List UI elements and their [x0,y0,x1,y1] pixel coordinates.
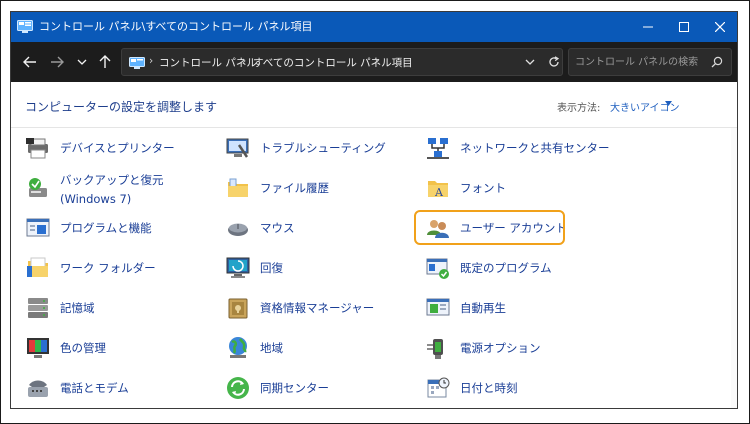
item-label: マウス [260,221,295,235]
item-label: 色の管理 [60,341,106,355]
maximize-icon [679,22,689,32]
item-label: フォント [460,181,506,195]
title-bar[interactable]: コントロール パネル\すべてのコントロール パネル項目 [11,12,737,42]
breadcrumb-separator: › [149,55,154,67]
up-button[interactable] [94,52,116,72]
search-input[interactable] [575,54,703,70]
arrow-right-icon [51,56,64,68]
chevron-down-icon [77,59,87,65]
maximize-button[interactable] [666,12,702,42]
item-label: バックアップと復元 (Windows 7) [60,173,164,206]
item-network-sharing[interactable]: ネットワークと共有センター [425,131,625,165]
mouse-icon [228,223,248,236]
network-icon [427,138,449,159]
control-panel-icon [17,20,33,33]
item-label: トラブルシューティング [260,141,386,155]
arrow-up-icon [99,55,111,68]
refresh-icon[interactable] [548,56,560,68]
item-label: ワーク フォルダー [60,261,156,275]
item-storage-spaces[interactable]: 記憶域 [25,291,205,325]
storage-spaces-icon [28,298,48,318]
item-label: ネットワークと共有センター [460,141,610,155]
printer-icon [26,138,48,159]
phone-modem-icon [28,380,48,397]
item-label: 既定のプログラム [460,261,552,275]
caret-down-icon[interactable] [665,101,672,106]
item-programs-features[interactable]: プログラムと機能 [25,211,205,245]
item-file-history[interactable]: ファイル履歴 [225,171,405,205]
item-date-time[interactable]: 日付と時刻 [425,371,605,405]
item-autoplay[interactable]: 自動再生 [425,291,605,325]
credential-manager-icon [228,298,248,319]
chevron-down-icon[interactable] [525,59,535,66]
item-phone-modem[interactable]: 電話とモデム [25,371,205,405]
item-label: 記憶域 [60,301,95,315]
navigation-bar: › コントロール パネル › すべてのコントロール パネル項目 › [11,42,737,82]
item-label: 回復 [260,261,283,275]
minimize-button[interactable] [630,12,666,42]
highlight-frame [414,210,565,245]
programs-features-icon [26,218,50,237]
vertical-scrollbar[interactable] [731,128,737,408]
breadcrumb-all-items[interactable]: すべてのコントロール パネル項目 [253,55,413,70]
close-button[interactable] [702,12,737,42]
minimize-icon [643,26,653,28]
item-label: 同期センター [260,381,329,395]
content-header: コンピューターの設定を調整します 表示方法: 大きいアイコン [11,82,737,128]
item-work-folders[interactable]: ワーク フォルダー [25,251,205,285]
color-management-icon [27,338,49,358]
window-title: コントロール パネル\すべてのコントロール パネル項目 [39,20,313,33]
troubleshoot-monitor-icon [226,138,249,158]
address-bar[interactable]: › コントロール パネル › すべてのコントロール パネル項目 › [121,48,563,76]
power-options-icon [427,339,443,359]
item-label: ファイル履歴 [260,181,329,195]
item-label: 自動再生 [460,301,506,315]
autoplay-icon [426,298,450,316]
search-box[interactable] [568,48,732,76]
item-label: 資格情報マネージャー [260,301,375,315]
item-backup-restore[interactable]: バックアップと復元 (Windows 7) [25,171,215,211]
work-folders-icon [27,257,48,277]
recent-locations-button[interactable] [71,52,93,72]
default-programs-icon [426,258,449,279]
recovery-monitor-icon [226,257,250,278]
breadcrumb-separator: › [242,55,247,67]
backup-restore-icon [29,178,47,197]
control-panel-icon [129,57,145,69]
svg-text:A: A [434,186,444,199]
control-panel-window: コントロール パネル\すべてのコントロール パネル項目 › コントロール パネル… [10,11,738,409]
view-by-label: 表示方法: [557,103,601,114]
item-label: 電源オプション [460,341,541,355]
item-credential-manager[interactable]: 資格情報マネージャー [225,291,415,325]
close-icon [715,22,725,32]
item-recovery[interactable]: 回復 [225,251,405,285]
region-globe-icon [229,337,247,358]
file-history-folder-icon [228,178,248,197]
item-fonts[interactable]: A フォント [425,171,605,205]
item-sync-center[interactable]: 同期センター [225,371,405,405]
item-troubleshooting[interactable]: トラブルシューティング [225,131,405,165]
item-devices-printers[interactable]: デバイスとプリンター [25,131,205,165]
arrow-left-icon [23,56,36,68]
item-region[interactable]: 地域 [225,331,405,365]
breadcrumb-separator: › [374,55,379,67]
item-label: デバイスとプリンター [60,141,175,155]
date-time-icon [427,377,450,398]
item-default-programs[interactable]: 既定のプログラム [425,251,605,285]
item-color-management[interactable]: 色の管理 [25,331,205,365]
item-label: 電話とモデム [60,381,129,395]
item-power-options[interactable]: 電源オプション [425,331,605,365]
search-icon[interactable] [711,56,723,68]
sync-center-icon [227,377,249,399]
item-label: 日付と時刻 [460,381,518,395]
item-label: プログラムと機能 [60,221,152,235]
item-mouse[interactable]: マウス [225,211,405,245]
page-title: コンピューターの設定を調整します [25,100,218,114]
back-button[interactable] [19,52,41,72]
forward-button[interactable] [46,52,68,72]
item-label: 地域 [260,341,283,355]
fonts-folder-icon: A [428,181,448,199]
